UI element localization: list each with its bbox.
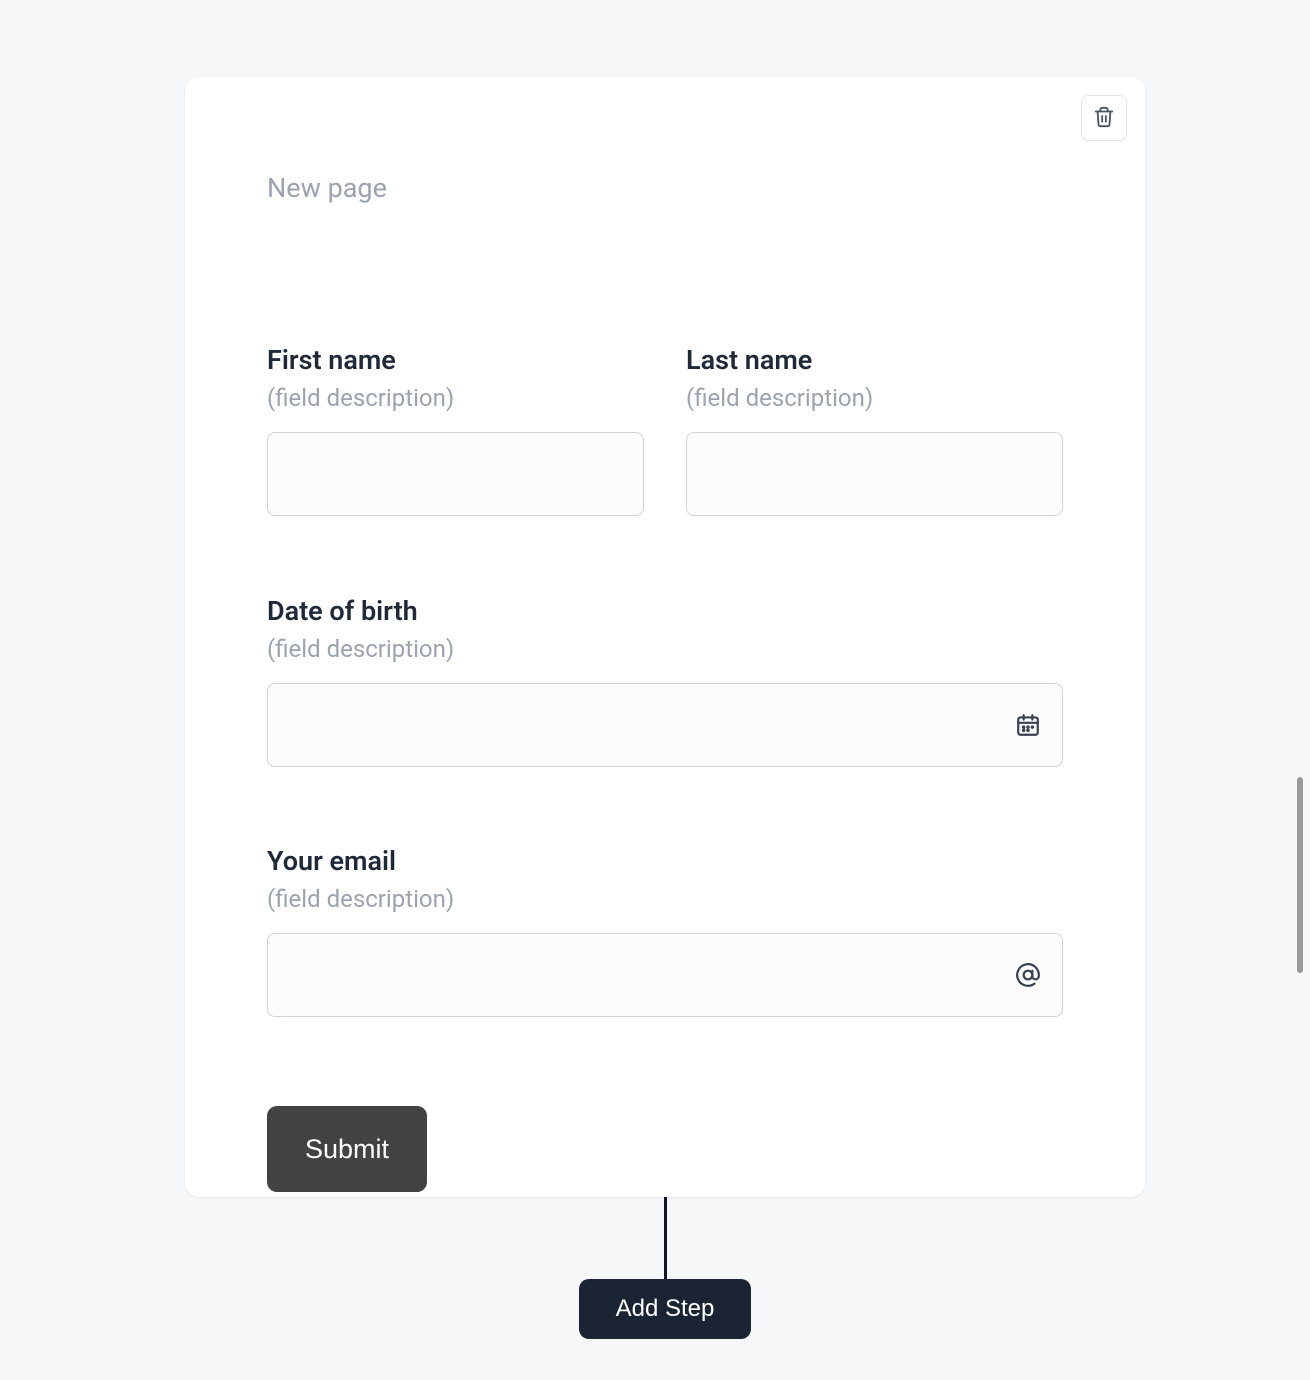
field-label[interactable]: Last name	[686, 344, 1063, 376]
form-card: New page First name (field description) …	[185, 77, 1145, 1197]
field-label[interactable]: Your email	[267, 845, 1063, 877]
trash-icon	[1093, 106, 1115, 131]
field-description[interactable]: (field description)	[267, 635, 1063, 663]
field-description[interactable]: (field description)	[686, 384, 1063, 412]
add-step-button[interactable]: Add Step	[579, 1279, 751, 1339]
field-label[interactable]: First name	[267, 344, 644, 376]
scrollbar-thumb[interactable]	[1297, 777, 1303, 973]
field-description[interactable]: (field description)	[267, 885, 1063, 913]
field-description[interactable]: (field description)	[267, 384, 644, 412]
submit-button[interactable]: Submit	[267, 1106, 427, 1192]
field-label[interactable]: Date of birth	[267, 595, 1063, 627]
field-first-name: First name (field description)	[267, 344, 644, 516]
field-email: Your email (field description)	[267, 845, 1063, 1017]
first-name-input[interactable]	[267, 432, 644, 516]
field-dob: Date of birth (field description)	[267, 595, 1063, 767]
connector-line	[664, 1197, 667, 1291]
email-input[interactable]	[267, 933, 1063, 1017]
page-title-input[interactable]: New page	[267, 172, 387, 204]
field-row: First name (field description) Last name…	[267, 344, 1063, 516]
last-name-input[interactable]	[686, 432, 1063, 516]
dob-input[interactable]	[267, 683, 1063, 767]
delete-button[interactable]	[1081, 95, 1127, 141]
field-last-name: Last name (field description)	[686, 344, 1063, 516]
